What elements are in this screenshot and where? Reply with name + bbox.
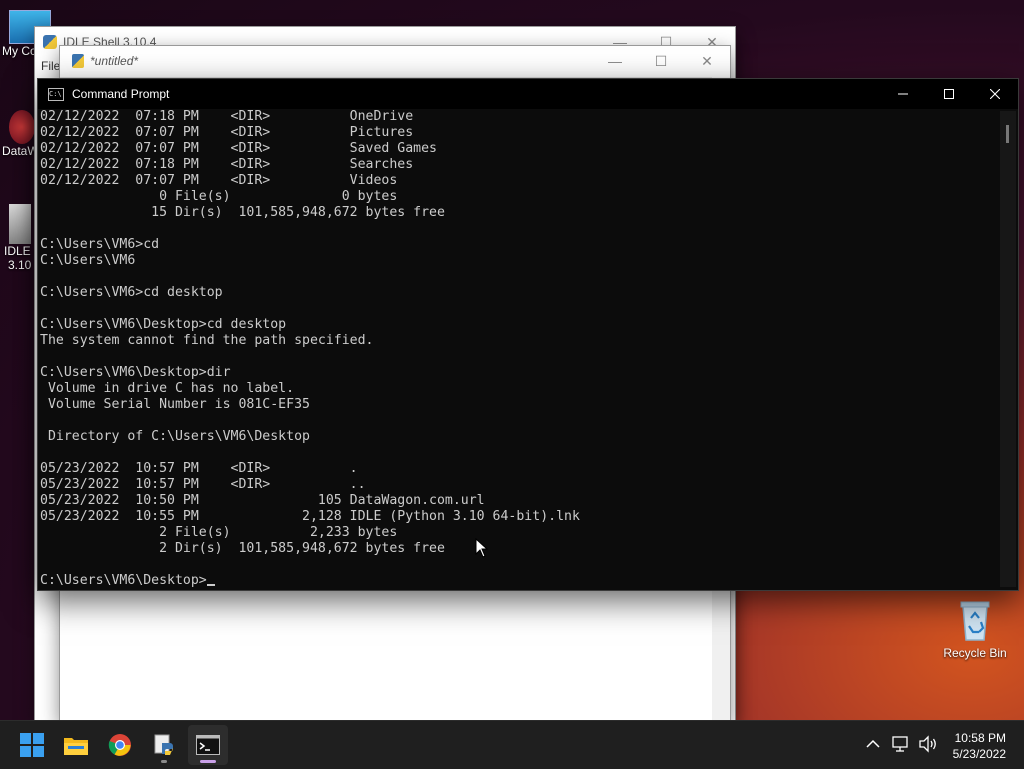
close-button[interactable]: ✕ bbox=[684, 53, 730, 70]
folder-icon bbox=[64, 738, 88, 755]
terminal-icon bbox=[196, 735, 220, 755]
start-button[interactable] bbox=[12, 725, 52, 765]
chevron-up-icon[interactable] bbox=[866, 739, 880, 749]
console-line: Volume Serial Number is 081C-EF35 bbox=[40, 397, 310, 412]
maximize-icon bbox=[944, 89, 954, 99]
mouse-cursor-icon bbox=[475, 538, 489, 558]
close-icon bbox=[990, 89, 1000, 99]
close-button[interactable] bbox=[972, 79, 1018, 109]
console-line: 02/12/2022 07:07 PM <DIR> Saved Games bbox=[40, 141, 437, 156]
system-clock[interactable]: 10:58 PM 5/23/2022 bbox=[953, 730, 1006, 762]
minimize-button[interactable]: — bbox=[592, 53, 638, 70]
console-line: C:\Users\VM6 bbox=[40, 253, 136, 268]
taskbar-file-explorer[interactable] bbox=[56, 725, 96, 765]
console-scrollbar[interactable] bbox=[1000, 111, 1016, 587]
minimize-button[interactable] bbox=[880, 79, 926, 109]
command-prompt-title: Command Prompt bbox=[72, 87, 170, 101]
console-line: 0 File(s) 0 bytes bbox=[40, 189, 398, 204]
running-indicator bbox=[161, 760, 167, 763]
desktop-icon-recycle-bin[interactable]: Recycle Bin bbox=[940, 598, 1010, 660]
scrollbar-thumb[interactable] bbox=[1006, 125, 1009, 143]
idle-menu-file[interactable]: File bbox=[41, 59, 60, 73]
console-line: 02/12/2022 07:18 PM <DIR> Searches bbox=[40, 157, 414, 172]
untitled-titlebar[interactable]: *untitled* — ☐ ✕ bbox=[60, 46, 730, 76]
active-indicator bbox=[200, 760, 216, 763]
minimize-icon bbox=[898, 93, 908, 95]
chrome-icon bbox=[108, 734, 131, 756]
command-prompt-window[interactable]: C:\ Command Prompt 02/12/2022 07:18 PM <… bbox=[37, 78, 1019, 591]
maximize-button[interactable] bbox=[926, 79, 972, 109]
python-icon bbox=[43, 35, 57, 49]
taskbar-command-prompt[interactable] bbox=[188, 725, 228, 765]
desktop-icon-label: Recycle Bin bbox=[943, 646, 1007, 660]
python-file-icon bbox=[72, 54, 84, 68]
command-prompt-titlebar[interactable]: C:\ Command Prompt bbox=[38, 79, 1018, 109]
console-line: 05/23/2022 10:50 PM 105 DataWagon.com.ur… bbox=[40, 493, 485, 508]
cmd-icon: C:\ bbox=[48, 87, 64, 101]
python-idle-icon bbox=[154, 734, 173, 755]
console-line: The system cannot find the path specifie… bbox=[40, 333, 374, 348]
console-line: C:\Users\VM6\Desktop>dir bbox=[40, 365, 231, 380]
network-icon[interactable] bbox=[892, 735, 910, 753]
console-output[interactable]: 02/12/2022 07:18 PM <DIR> OneDrive 02/12/… bbox=[40, 109, 998, 589]
datawagon-shortcut-icon bbox=[9, 110, 35, 144]
console-line: 05/23/2022 10:57 PM <DIR> .. bbox=[40, 477, 366, 492]
console-line: C:\Users\VM6>cd bbox=[40, 237, 160, 252]
taskbar-chrome[interactable] bbox=[100, 725, 140, 765]
clock-date: 5/23/2022 bbox=[952, 747, 1006, 761]
console-prompt: C:\Users\VM6\Desktop> bbox=[40, 573, 207, 588]
console-line: C:\Users\VM6\Desktop>cd desktop bbox=[40, 317, 287, 332]
taskbar: 10:58 PM 5/23/2022 bbox=[0, 720, 1024, 769]
volume-icon[interactable] bbox=[918, 735, 938, 753]
taskbar-idle-python[interactable] bbox=[144, 725, 184, 765]
console-line: 05/23/2022 10:55 PM 2,128 IDLE (Python 3… bbox=[40, 509, 580, 524]
maximize-button[interactable]: ☐ bbox=[638, 53, 684, 70]
console-prompt-line[interactable]: C:\Users\VM6\Desktop> bbox=[40, 573, 998, 589]
console-line: 15 Dir(s) 101,585,948,672 bytes free bbox=[40, 205, 445, 220]
recycle-bin-icon bbox=[960, 601, 990, 641]
untitled-title: *untitled* bbox=[90, 54, 139, 68]
console-line: 02/12/2022 07:07 PM <DIR> Pictures bbox=[40, 125, 414, 140]
console-line: Volume in drive C has no label. bbox=[40, 381, 295, 396]
idle-shortcut-icon bbox=[9, 204, 31, 244]
console-line: Directory of C:\Users\VM6\Desktop bbox=[40, 429, 310, 444]
text-cursor bbox=[206, 584, 215, 586]
console-line: 2 File(s) 2,233 bytes bbox=[40, 525, 398, 540]
console-line: 02/12/2022 07:18 PM <DIR> OneDrive bbox=[40, 109, 414, 124]
console-line: 02/12/2022 07:07 PM <DIR> Videos bbox=[40, 173, 398, 188]
windows-logo-icon bbox=[20, 733, 44, 757]
clock-time: 10:58 PM bbox=[954, 731, 1006, 745]
console-line: C:\Users\VM6>cd desktop bbox=[40, 285, 223, 300]
console-line: 05/23/2022 10:57 PM <DIR> . bbox=[40, 461, 358, 476]
console-line: 2 Dir(s) 101,585,948,672 bytes free bbox=[40, 541, 445, 556]
